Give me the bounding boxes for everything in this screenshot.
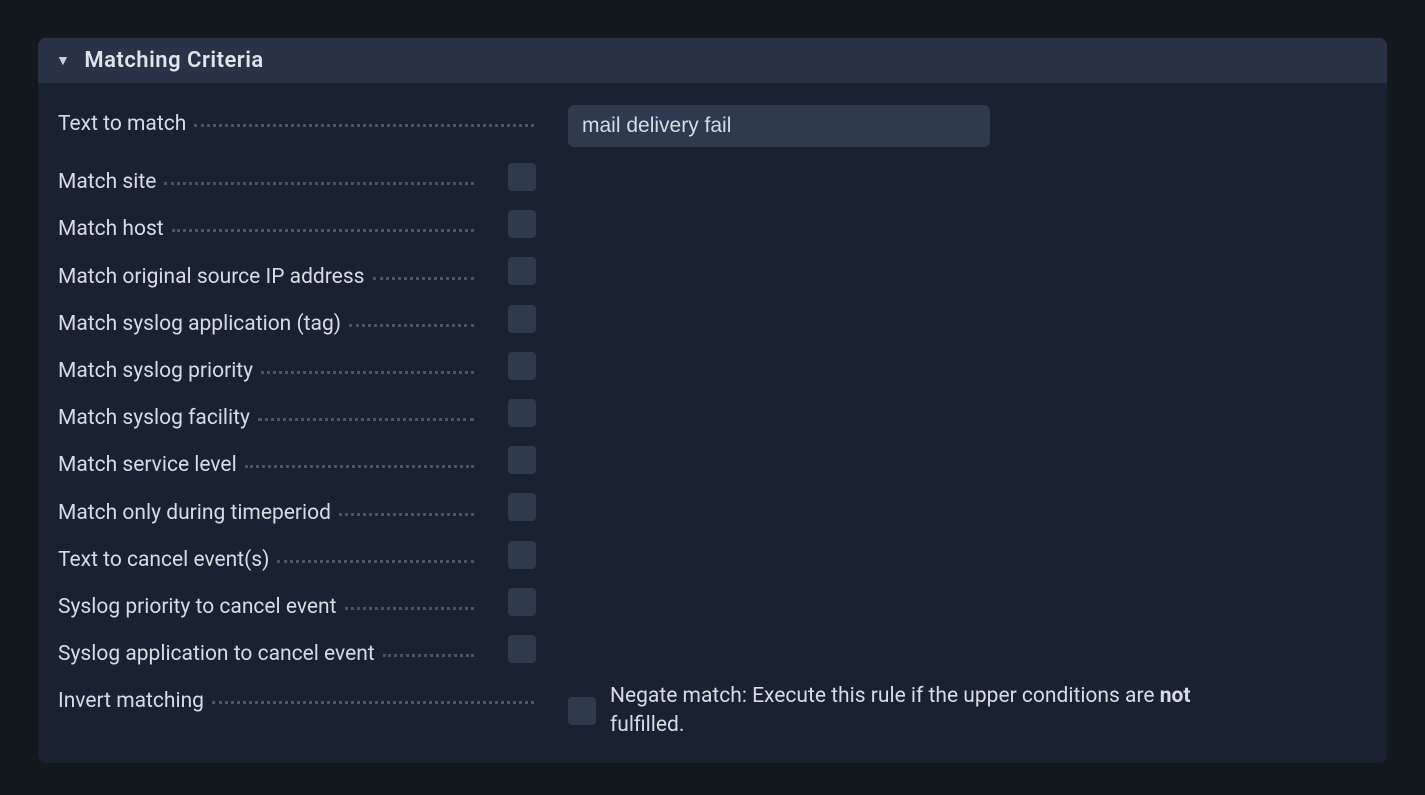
- matching-criteria-panel: ▼ Matching Criteria Text to match Match …: [38, 38, 1387, 763]
- label-cancel-text: Text to cancel event(s): [58, 541, 474, 572]
- cancel-app-checkbox[interactable]: [508, 635, 536, 663]
- invert-matching-checkbox[interactable]: [568, 697, 596, 725]
- label-match-app: Match syslog application (tag): [58, 305, 474, 336]
- label-match-prio: Match syslog priority: [58, 352, 474, 383]
- dotted-leader: [172, 207, 474, 232]
- label-text-to-match: Text to match: [58, 105, 534, 136]
- label-match-svc: Match service level: [58, 446, 474, 477]
- dotted-leader: [383, 632, 474, 657]
- row-match-prio: Match syslog priority: [58, 344, 1367, 391]
- label-invert-matching: Invert matching: [58, 682, 534, 713]
- row-match-svc: Match service level: [58, 438, 1367, 485]
- text-to-match-input[interactable]: [568, 105, 990, 147]
- dotted-leader: [194, 102, 534, 127]
- dotted-leader: [261, 349, 474, 374]
- cancel-text-checkbox[interactable]: [508, 541, 536, 569]
- dotted-leader: [339, 490, 474, 515]
- match-host-checkbox[interactable]: [508, 210, 536, 238]
- row-match-fac: Match syslog facility: [58, 391, 1367, 438]
- row-cancel-text: Text to cancel event(s): [58, 533, 1367, 580]
- label-match-time: Match only during timeperiod: [58, 493, 474, 524]
- match-ip-checkbox[interactable]: [508, 257, 536, 285]
- section-header[interactable]: ▼ Matching Criteria: [38, 38, 1387, 83]
- match-time-checkbox[interactable]: [508, 493, 536, 521]
- label-match-host: Match host: [58, 210, 474, 241]
- row-match-site: Match site: [58, 155, 1367, 202]
- row-text-to-match: Text to match: [58, 97, 1367, 155]
- dotted-leader: [345, 585, 474, 610]
- cancel-prio-checkbox[interactable]: [508, 588, 536, 616]
- match-app-checkbox[interactable]: [508, 305, 536, 333]
- section-body: Text to match Match site Match host: [38, 83, 1387, 763]
- dotted-leader: [277, 538, 474, 563]
- match-fac-checkbox[interactable]: [508, 399, 536, 427]
- label-match-ip: Match original source IP address: [58, 257, 474, 288]
- label-match-site: Match site: [58, 163, 474, 194]
- dotted-leader: [258, 396, 474, 421]
- dotted-leader: [349, 302, 474, 327]
- label-cancel-prio: Syslog priority to cancel event: [58, 588, 474, 619]
- row-cancel-prio: Syslog priority to cancel event: [58, 580, 1367, 627]
- dotted-leader: [245, 443, 474, 468]
- collapse-triangle-icon: ▼: [56, 52, 70, 69]
- label-match-fac: Match syslog facility: [58, 399, 474, 430]
- invert-matching-description: Negate match: Execute this rule if the u…: [610, 682, 1250, 741]
- row-match-app: Match syslog application (tag): [58, 297, 1367, 344]
- match-svc-checkbox[interactable]: [508, 446, 536, 474]
- dotted-leader: [212, 679, 534, 704]
- row-invert-matching: Invert matching Negate match: Execute th…: [58, 674, 1367, 749]
- row-match-time: Match only during timeperiod: [58, 485, 1367, 532]
- row-match-ip: Match original source IP address: [58, 249, 1367, 296]
- match-prio-checkbox[interactable]: [508, 352, 536, 380]
- row-match-host: Match host: [58, 202, 1367, 249]
- dotted-leader: [164, 160, 474, 185]
- section-title: Matching Criteria: [84, 48, 263, 73]
- row-cancel-app: Syslog application to cancel event: [58, 627, 1367, 674]
- dotted-leader: [373, 254, 475, 279]
- match-site-checkbox[interactable]: [508, 163, 536, 191]
- label-cancel-app: Syslog application to cancel event: [58, 635, 474, 666]
